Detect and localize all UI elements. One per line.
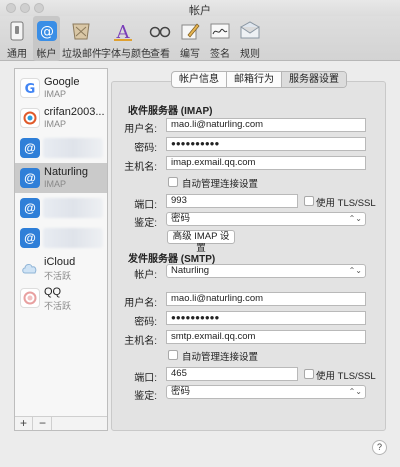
outgoing-auto-manage-checkbox[interactable] xyxy=(168,350,178,360)
svg-text:G: G xyxy=(25,82,36,95)
incoming-host-label: 主机名: xyxy=(124,162,157,173)
outgoing-tls-checkbox[interactable] xyxy=(304,369,314,379)
incoming-password-field[interactable]: ●●●●●●●●●● xyxy=(166,137,366,151)
glasses-icon xyxy=(149,20,171,42)
account-item-qq[interactable]: QQ 不活跃 xyxy=(15,283,107,313)
settings-tabs: 帐户信息 邮箱行为 服务器设置 xyxy=(171,71,347,88)
toolbar-general[interactable]: 通用 xyxy=(4,16,30,61)
qq-icon xyxy=(20,288,40,308)
toolbar-viewing[interactable]: 查看 xyxy=(147,16,173,61)
chevron-updown-icon: ⌃⌄ xyxy=(348,266,362,275)
preferences-toolbar: 通用 @ 帐户 垃圾邮件 A 字体与颜色 查看 编写 签名 规则 xyxy=(0,16,400,61)
incoming-auth-select[interactable]: 密码 ⌃⌄ xyxy=(166,212,366,226)
cloud-icon xyxy=(20,258,40,278)
incoming-password-label: 密码: xyxy=(134,143,157,154)
at-icon: @ xyxy=(20,198,40,218)
incoming-server-heading: 收件服务器 (IMAP) xyxy=(128,106,213,117)
remove-account-button[interactable]: − xyxy=(34,417,52,430)
outgoing-port-label: 端口: xyxy=(134,373,157,384)
toolbar-fonts-colors[interactable]: A 字体与颜色 xyxy=(101,16,151,61)
incoming-auto-manage-label: 自动管理连接设置 xyxy=(182,179,259,190)
incoming-auth-label: 鉴定: xyxy=(134,218,157,229)
incoming-host-field[interactable]: imap.exmail.qq.com xyxy=(166,156,366,170)
rules-icon xyxy=(239,20,261,42)
account-item-hidden-1[interactable]: @ xyxy=(15,133,107,163)
incoming-tls-checkbox[interactable] xyxy=(304,196,314,206)
chevron-updown-icon: ⌃⌄ xyxy=(348,387,362,396)
incoming-port-field[interactable]: 993 xyxy=(166,194,298,208)
chevron-updown-icon: ⌃⌄ xyxy=(348,214,362,223)
title-bar: 帐户 xyxy=(0,0,400,17)
incoming-auto-manage-checkbox[interactable] xyxy=(168,177,178,187)
tab-mailbox-behaviors[interactable]: 邮箱行为 xyxy=(227,72,282,87)
accounts-list: G Google IMAP crifan2003... IMAP @ @ Nat… xyxy=(14,68,108,431)
imap-account-icon xyxy=(20,108,40,128)
junk-icon xyxy=(70,20,92,42)
account-item-crifan[interactable]: crifan2003... IMAP xyxy=(15,103,107,133)
outgoing-username-field[interactable]: mao.li@naturling.com xyxy=(166,292,366,306)
account-item-google[interactable]: G Google IMAP xyxy=(15,73,107,103)
outgoing-auth-select[interactable]: 密码 ⌃⌄ xyxy=(166,385,366,399)
account-item-naturling[interactable]: @ Naturling IMAP xyxy=(15,163,107,193)
incoming-port-label: 端口: xyxy=(134,200,157,211)
outgoing-host-label: 主机名: xyxy=(124,336,157,347)
redacted-account-name xyxy=(43,228,103,248)
incoming-tls-label: 使用 TLS/SSL xyxy=(316,198,376,209)
toolbar-signatures[interactable]: 签名 xyxy=(207,16,233,61)
outgoing-auto-manage-label: 自动管理连接设置 xyxy=(182,352,259,363)
incoming-username-field[interactable]: mao.li@naturling.com xyxy=(166,118,366,132)
account-item-hidden-2[interactable]: @ xyxy=(15,193,107,223)
advanced-imap-settings-button[interactable]: 高级 IMAP 设置 xyxy=(167,230,235,254)
at-icon: @ xyxy=(20,228,40,248)
outgoing-username-label: 用户名: xyxy=(124,298,157,309)
outgoing-account-select[interactable]: Naturling ⌃⌄ xyxy=(166,264,366,278)
redacted-account-name xyxy=(43,138,103,158)
help-button[interactable]: ? xyxy=(372,440,387,455)
outgoing-password-label: 密码: xyxy=(134,317,157,328)
outgoing-host-field[interactable]: smtp.exmail.qq.com xyxy=(166,330,366,344)
pencil-icon xyxy=(179,20,201,42)
account-item-hidden-3[interactable]: @ xyxy=(15,223,107,253)
switch-icon xyxy=(6,20,28,42)
accounts-list-footer: + − xyxy=(15,416,107,430)
at-icon: @ xyxy=(20,168,40,188)
font-icon: A xyxy=(112,20,134,42)
redacted-account-name xyxy=(43,198,103,218)
outgoing-auth-label: 鉴定: xyxy=(134,391,157,402)
at-icon: @ xyxy=(36,20,58,42)
signature-icon xyxy=(209,20,231,42)
toolbar-rules[interactable]: 规则 xyxy=(237,16,263,61)
account-item-icloud[interactable]: iCloud 不活跃 xyxy=(15,253,107,283)
svg-text:@: @ xyxy=(40,24,54,40)
outgoing-tls-label: 使用 TLS/SSL xyxy=(316,371,376,382)
tab-server-settings[interactable]: 服务器设置 xyxy=(282,72,346,87)
outgoing-server-heading: 发件服务器 (SMTP) xyxy=(128,254,216,265)
tab-account-info[interactable]: 帐户信息 xyxy=(172,72,227,87)
google-icon: G xyxy=(20,78,40,98)
toolbar-composing[interactable]: 编写 xyxy=(177,16,203,61)
toolbar-junk[interactable]: 垃圾邮件 xyxy=(62,16,102,61)
toolbar-accounts[interactable]: @ 帐户 xyxy=(33,16,60,61)
at-icon: @ xyxy=(20,138,40,158)
outgoing-port-field[interactable]: 465 xyxy=(166,367,298,381)
add-account-button[interactable]: + xyxy=(15,417,33,430)
incoming-username-label: 用户名: xyxy=(124,124,157,135)
outgoing-password-field[interactable]: ●●●●●●●●●● xyxy=(166,311,366,325)
outgoing-account-label: 帐户: xyxy=(134,270,157,281)
